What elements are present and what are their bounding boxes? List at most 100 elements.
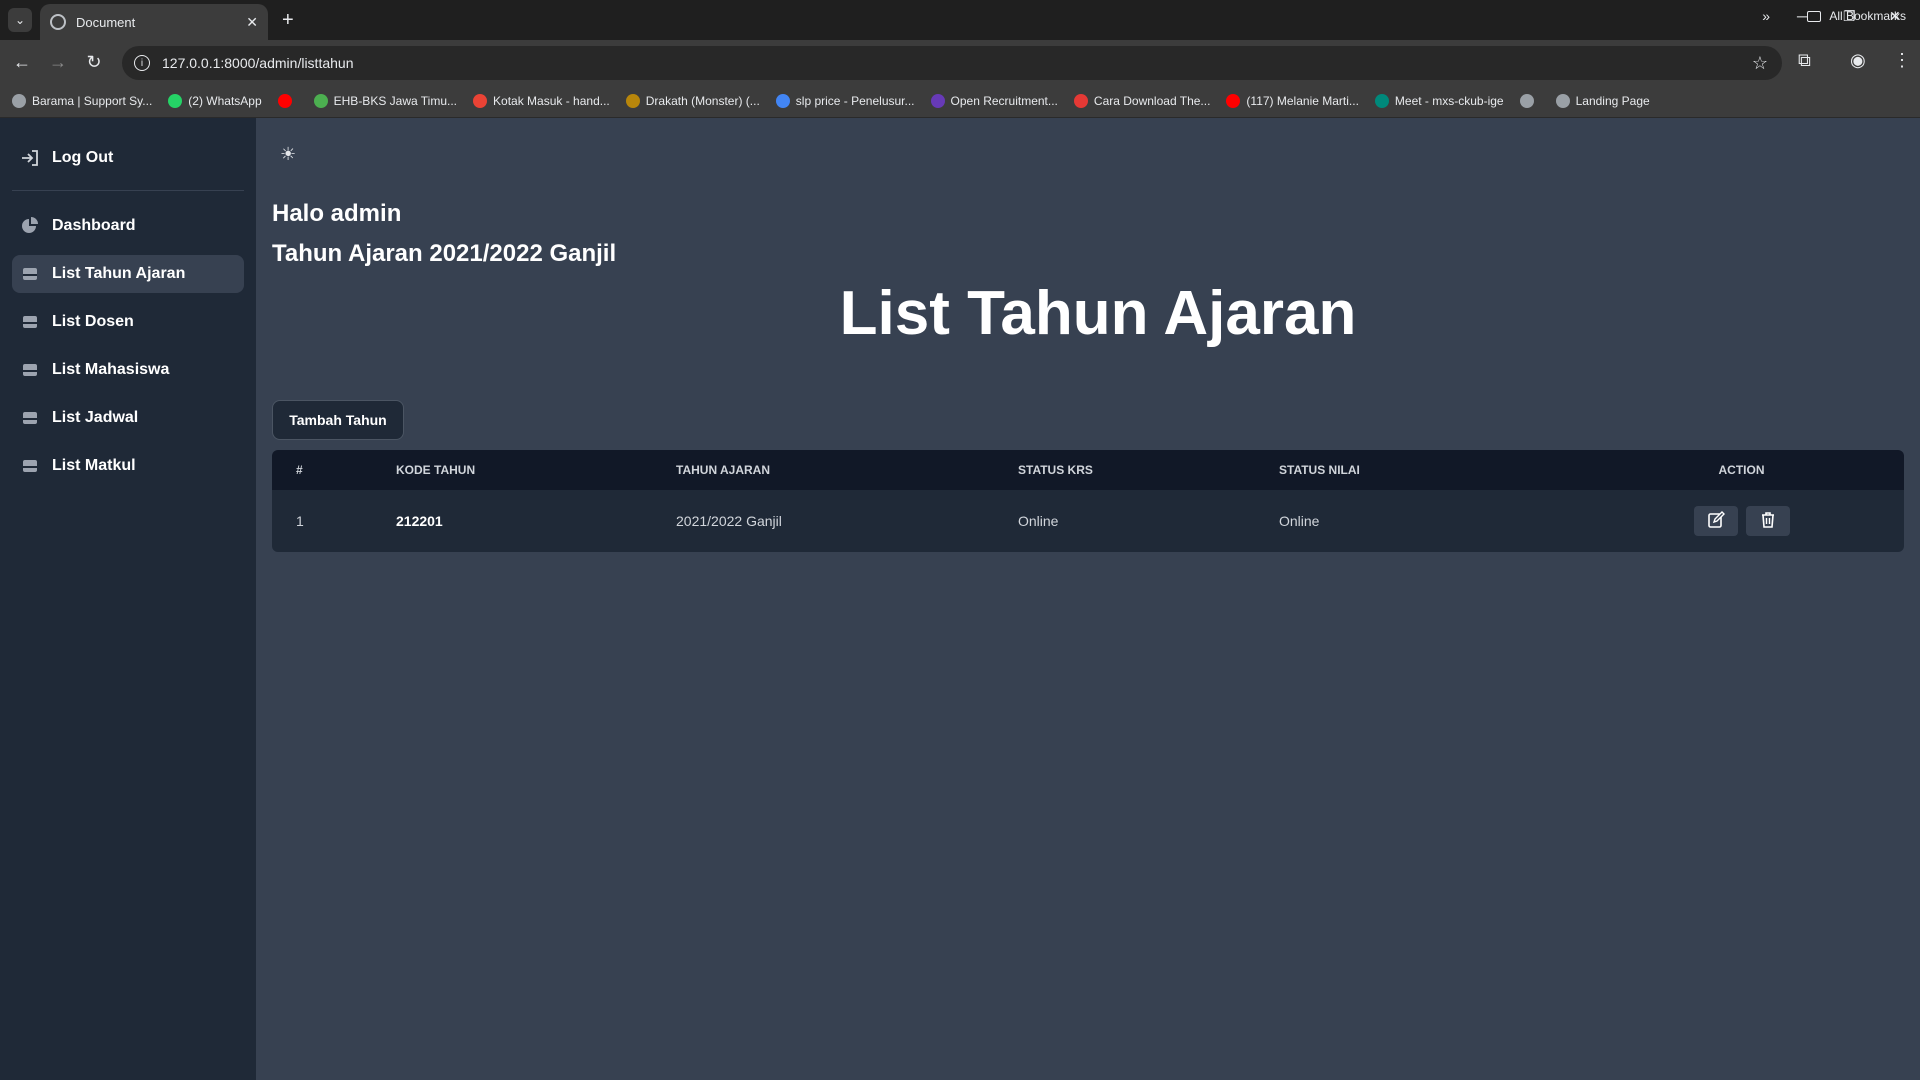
- sidebar-item-list-mahasiswa[interactable]: List Mahasiswa: [12, 351, 244, 389]
- sidebar: Log Out Dashboard List Tahun Ajaran List D…: [0, 118, 256, 1080]
- bookmark-label: Kotak Masuk - hand...: [493, 93, 610, 108]
- bookmark-favicon-icon: [473, 93, 488, 108]
- edit-icon: [1707, 510, 1725, 532]
- bookmark-item[interactable]: Kotak Masuk - hand...: [473, 93, 610, 108]
- year-table: # KODE TAHUN TAHUN AJARAN STATUS KRS STATUS …: [272, 450, 1904, 552]
- edit-button[interactable]: [1693, 506, 1738, 536]
- table-cell: 212201: [396, 513, 443, 529]
- bookmark-label: EHB-BKS Jawa Timu...: [333, 93, 458, 108]
- column-header: STATUS KRS: [1018, 463, 1093, 477]
- bookmark-favicon-icon: [168, 93, 183, 108]
- logout-icon: [20, 148, 40, 168]
- row-actions: [1579, 506, 1904, 536]
- extensions-icon[interactable]: ⧉: [1798, 50, 1811, 71]
- table-header: # KODE TAHUN TAHUN AJARAN STATUS KRS STATUS …: [272, 450, 1904, 490]
- tab-title: Document: [76, 14, 136, 30]
- close-tab-icon[interactable]: ✕: [246, 14, 258, 31]
- reload-icon[interactable]: ↻: [82, 50, 106, 74]
- bookmark-label: slp price - Penelusur...: [795, 93, 915, 108]
- sidebar-item-list-tahun-ajaran[interactable]: List Tahun Ajaran: [12, 255, 244, 293]
- url-text[interactable]: 127.0.0.1:8000/admin/listtahun: [162, 55, 353, 71]
- bookmark-item[interactable]: Barama | Support Sy...: [12, 93, 152, 108]
- address-bar[interactable]: i 127.0.0.1:8000/admin/listtahun ☆: [122, 46, 1782, 80]
- bookmark-favicon-icon: [1519, 93, 1534, 108]
- bookmark-label: Cara Download The...: [1093, 93, 1211, 108]
- inbox-icon: [20, 312, 40, 332]
- current-term: Tahun Ajaran 2021/2022 Ganjil: [272, 240, 617, 267]
- sidebar-item-label: List Dosen: [52, 313, 134, 330]
- table-cell: Online: [1279, 513, 1320, 529]
- browser-toolbar: ← → ↻ i 127.0.0.1:8000/admin/listtahun ☆…: [0, 40, 1920, 84]
- bookmark-label: Drakath (Monster) (...: [645, 93, 760, 108]
- tab-search-button[interactable]: ⌄: [8, 8, 32, 32]
- bookmark-item[interactable]: Meet - mxs-ckub-ige: [1374, 93, 1504, 108]
- back-icon[interactable]: ←: [10, 50, 34, 74]
- bookmark-item[interactable]: EHB-BKS Jawa Timu...: [313, 93, 458, 108]
- site-info-icon[interactable]: i: [134, 55, 150, 71]
- sidebar-item-list-matkul[interactable]: List Matkul: [12, 447, 244, 485]
- sidebar-nav: Dashboard List Tahun Ajaran List Dosen List…: [12, 207, 244, 485]
- column-header: TAHUN AJARAN: [676, 463, 770, 477]
- new-tab-button[interactable]: +: [282, 8, 294, 32]
- table-body: 1 212201 2021/2022 Ganjil Online Online: [272, 490, 1904, 552]
- bookmark-item[interactable]: (117) Melanie Marti...: [1226, 93, 1359, 108]
- column-header: STATUS NILAI: [1279, 463, 1360, 477]
- column-header: KODE TAHUN: [396, 463, 476, 477]
- bookmark-item[interactable]: (2) WhatsApp: [168, 93, 262, 108]
- bookmark-label: Meet - mxs-ckub-ige: [1394, 93, 1504, 108]
- more-bookmarks-icon[interactable]: »: [1762, 8, 1770, 24]
- all-bookmarks-label: All Bookmarks: [1829, 9, 1906, 23]
- bookmark-label: (2) WhatsApp: [188, 93, 262, 108]
- sidebar-item-list-dosen[interactable]: List Dosen: [12, 303, 244, 341]
- sidebar-item-label: Dashboard: [52, 217, 136, 234]
- table-cell: 1: [296, 513, 304, 529]
- page-title: List Tahun Ajaran: [839, 279, 1357, 348]
- bookmark-favicon-icon: [1555, 93, 1570, 108]
- theme-toggle-sun-icon[interactable]: ☀: [280, 144, 296, 165]
- profile-icon[interactable]: ◉: [1850, 50, 1866, 71]
- bookmark-favicon-icon: [625, 93, 640, 108]
- bookmark-favicon-icon: [1226, 93, 1241, 108]
- logout-button[interactable]: Log Out: [12, 138, 244, 178]
- sidebar-item-dashboard[interactable]: Dashboard: [12, 207, 244, 245]
- globe-icon: [50, 14, 66, 30]
- bookmark-favicon-icon: [313, 93, 328, 108]
- inbox-icon: [20, 360, 40, 380]
- forward-icon[interactable]: →: [46, 50, 70, 74]
- bookmark-favicon-icon: [12, 93, 26, 108]
- inbox-icon: [20, 264, 40, 284]
- bookmark-item[interactable]: slp price - Penelusur...: [775, 93, 915, 108]
- table-cell: 2021/2022 Ganjil: [676, 513, 782, 529]
- bookmark-label: Landing Page: [1575, 93, 1650, 108]
- bookmark-item[interactable]: Drakath (Monster) (...: [625, 93, 760, 108]
- bookmark-item[interactable]: [1519, 93, 1540, 108]
- add-year-button[interactable]: Tambah Tahun: [272, 400, 404, 440]
- column-header: #: [296, 463, 303, 477]
- table-row: 1 212201 2021/2022 Ganjil Online Online: [272, 490, 1904, 552]
- sidebar-item-list-jadwal[interactable]: List Jadwal: [12, 399, 244, 437]
- all-bookmarks-button[interactable]: All Bookmarks: [1807, 9, 1906, 23]
- bookmark-favicon-icon: [1073, 93, 1088, 108]
- delete-button[interactable]: [1745, 506, 1790, 536]
- sidebar-item-label: List Tahun Ajaran: [52, 265, 186, 282]
- chart-pie-icon: [20, 216, 40, 236]
- sidebar-divider: [12, 190, 244, 191]
- table-cell: Online: [1018, 513, 1059, 529]
- bookmark-item[interactable]: Cara Download The...: [1073, 93, 1211, 108]
- menu-icon[interactable]: ⋮: [1893, 50, 1911, 71]
- sidebar-item-label: List Jadwal: [52, 409, 139, 426]
- trash-icon: [1759, 511, 1777, 532]
- browser-tabbar: ⌄ Document ✕ + ─ ❐ ✕: [0, 0, 1920, 40]
- bookmark-item[interactable]: Open Recruitment...: [930, 93, 1058, 108]
- inbox-icon: [20, 456, 40, 476]
- inbox-icon: [20, 408, 40, 428]
- folder-icon: [1807, 10, 1822, 22]
- browser-tab[interactable]: Document ✕: [40, 4, 268, 40]
- bookmark-star-icon[interactable]: ☆: [1752, 53, 1768, 74]
- main-content: ☀ Halo admin Tahun Ajaran 2021/2022 Ganj…: [256, 118, 1920, 1080]
- bookmark-item[interactable]: [277, 93, 298, 108]
- bookmark-label: Open Recruitment...: [950, 93, 1058, 108]
- bookmark-label: (117) Melanie Marti...: [1246, 93, 1359, 108]
- minimize-icon[interactable]: ─: [1797, 8, 1807, 24]
- bookmark-item[interactable]: Landing Page: [1555, 93, 1650, 108]
